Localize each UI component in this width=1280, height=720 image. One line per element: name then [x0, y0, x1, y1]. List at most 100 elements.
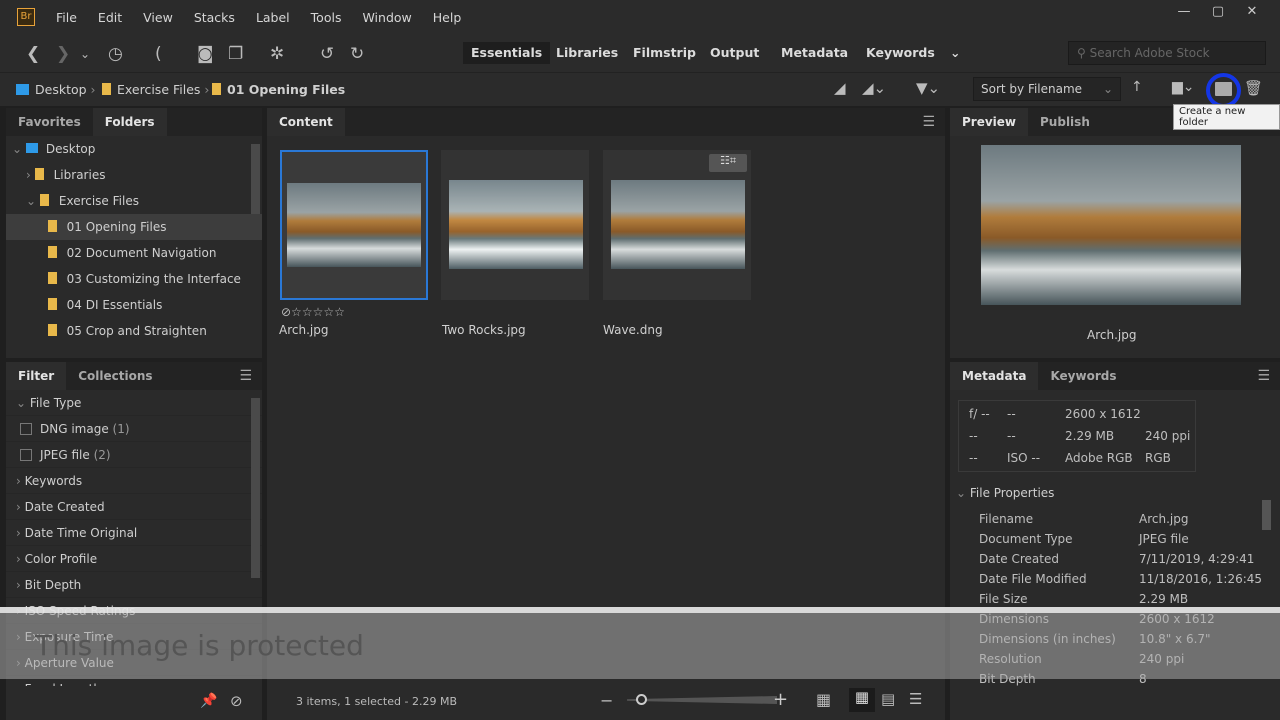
scrollbar[interactable]	[251, 398, 260, 578]
close-button[interactable]: ✕	[1238, 4, 1266, 22]
grid-lock-icon[interactable]: ▦	[816, 690, 831, 709]
metadata-placard: f/ -- -- -- -- -- ISO -- 2600 x 1612 2.2…	[958, 400, 1196, 472]
recent-history-icon[interactable]: ◷	[108, 44, 123, 64]
property-label: File Size	[979, 592, 1028, 606]
search-adobe-stock-input[interactable]: ⚲ Search Adobe Stock	[1068, 41, 1266, 65]
filter-file-type-option[interactable]: DNG image (1)	[6, 416, 262, 442]
filter-group[interactable]: › Bit Depth	[6, 572, 262, 598]
placard-value: --	[969, 451, 978, 465]
thumbnail-two-rocks[interactable]	[441, 150, 589, 300]
workspace-output[interactable]: Output	[702, 42, 767, 64]
view-thumbnails-icon[interactable]: ▦	[849, 688, 875, 712]
content-footer: 3 items, 1 selected - 2.29 MB − + ▦ ▦ ▤ …	[267, 686, 945, 720]
trash-icon[interactable]: 🗑	[1244, 79, 1263, 97]
tab-publish[interactable]: Publish	[1028, 108, 1102, 136]
tab-collections[interactable]: Collections	[66, 362, 164, 390]
folder-tree-item[interactable]: 02 Document Navigation	[6, 240, 262, 266]
back-icon[interactable]: ❮	[26, 44, 40, 64]
scrollbar[interactable]	[1262, 500, 1271, 530]
tab-preview[interactable]: Preview	[950, 108, 1029, 136]
view-details-icon[interactable]: ▤	[881, 690, 895, 708]
menu-help[interactable]: Help	[433, 10, 462, 25]
filter-group[interactable]: › Date Created	[6, 494, 262, 520]
property-label: Date File Modified	[979, 572, 1087, 586]
menu-edit[interactable]: Edit	[98, 10, 122, 25]
bridge-logo: Br	[17, 8, 35, 26]
rotate-right-icon[interactable]: ↻	[350, 44, 364, 64]
file-properties-section[interactable]: ⌄ File Properties	[950, 486, 1260, 506]
forward-icon[interactable]: ❯	[56, 44, 70, 64]
quality-icon[interactable]: ◢	[834, 79, 846, 97]
menu-stacks[interactable]: Stacks	[194, 10, 235, 25]
panel-menu-icon[interactable]: ☰	[239, 368, 252, 384]
filter-group[interactable]: › Keywords	[6, 468, 262, 494]
panel-menu-icon[interactable]: ☰	[1257, 368, 1270, 384]
folder-tree-item[interactable]: 04 DI Essentials	[6, 292, 262, 318]
thumbnail-size-slider[interactable]	[627, 696, 777, 704]
thumbnail-quality-icon[interactable]: ◢⌄	[862, 79, 886, 97]
tab-keywords[interactable]: Keywords	[1038, 362, 1128, 390]
thumbnail-wave[interactable]: ☷⌗	[603, 150, 751, 300]
folder-tree-item[interactable]: ⌄ Exercise Files	[6, 188, 262, 214]
filter-file-type-option[interactable]: JPEG file (2)	[6, 442, 262, 468]
scrollbar[interactable]	[251, 144, 260, 214]
workspace-keywords[interactable]: Keywords	[858, 42, 943, 64]
tab-filter[interactable]: Filter	[6, 362, 67, 390]
tab-metadata[interactable]: Metadata	[950, 362, 1039, 390]
thumbnail-image	[449, 180, 583, 269]
maximize-button[interactable]: ▢	[1204, 4, 1232, 22]
folder-tree-item[interactable]: 01 Opening Files	[6, 214, 262, 240]
panel-menu-icon[interactable]: ☰	[922, 114, 935, 130]
breadcrumb-exercise-files[interactable]: Exercise Files ›	[102, 82, 209, 97]
rotate-left-icon[interactable]: ↺	[320, 44, 334, 64]
sort-dropdown[interactable]: Sort by Filename ⌄	[973, 77, 1121, 101]
workspace-metadata[interactable]: Metadata	[773, 42, 856, 64]
slider-handle[interactable]	[636, 694, 647, 705]
pin-icon[interactable]: 📌	[200, 693, 217, 709]
folder-tree-item[interactable]: 05 Crop and Straighten	[6, 318, 262, 344]
checkbox[interactable]	[20, 423, 32, 435]
preview-image[interactable]	[981, 145, 1241, 305]
tab-folders[interactable]: Folders	[92, 108, 167, 136]
filter-group-file-type[interactable]: ⌄ File Type	[6, 390, 262, 416]
boomerang-icon[interactable]: (	[155, 44, 162, 64]
menu-bar: Br File Edit View Stacks Label Tools Win…	[0, 0, 1280, 34]
camera-import-icon[interactable]: ◙	[197, 44, 214, 64]
tab-favorites[interactable]: Favorites	[6, 108, 93, 136]
workspace-filmstrip[interactable]: Filmstrip	[625, 42, 704, 64]
view-list-icon[interactable]: ☰	[909, 690, 922, 708]
rating-stars[interactable]: ⊘☆☆☆☆☆	[281, 305, 345, 319]
folder-tree-item[interactable]: 03 Customizing the Interface	[6, 266, 262, 292]
adjusted-crop-badge-icon[interactable]: ☷⌗	[709, 154, 747, 172]
placard-value: --	[969, 429, 978, 443]
checkbox[interactable]	[20, 449, 32, 461]
menu-file[interactable]: File	[56, 10, 77, 25]
recent-folder-icon[interactable]: ▆⌄	[1172, 79, 1195, 95]
refine-icon[interactable]: ❐	[228, 44, 243, 64]
menu-tools[interactable]: Tools	[311, 10, 342, 25]
breadcrumb-current[interactable]: 01 Opening Files	[212, 82, 345, 97]
breadcrumb-desktop[interactable]: Desktop ›	[16, 82, 96, 97]
filter-group[interactable]: › Date Time Original	[6, 520, 262, 546]
filter-group[interactable]: › Color Profile	[6, 546, 262, 572]
folder-tree-item[interactable]: ⌄ Desktop	[6, 136, 262, 162]
folder-tree-item[interactable]: › Libraries	[6, 162, 262, 188]
filter-icon[interactable]: ▼⌄	[916, 79, 940, 97]
thumbnail-image	[611, 180, 745, 269]
creative-cloud-icon[interactable]: ✲	[270, 44, 284, 64]
folder-icon	[47, 246, 57, 258]
chevron-down-icon[interactable]: ⌄	[80, 47, 90, 61]
sort-ascending-icon[interactable]: ↑	[1131, 79, 1143, 95]
workspace-essentials[interactable]: Essentials	[463, 42, 551, 64]
workspace-libraries[interactable]: Libraries	[548, 42, 626, 64]
thumbnail-arch[interactable]	[280, 150, 428, 300]
minimize-button[interactable]: —	[1170, 4, 1198, 22]
zoom-out-icon[interactable]: −	[600, 691, 613, 710]
menu-window[interactable]: Window	[362, 10, 411, 25]
clear-filter-icon[interactable]: ⊘	[230, 692, 243, 710]
menu-label[interactable]: Label	[256, 10, 290, 25]
workspace-more-icon[interactable]: ⌄	[942, 42, 968, 64]
zoom-in-icon[interactable]: +	[773, 689, 788, 710]
menu-view[interactable]: View	[143, 10, 173, 25]
resolution-value: 240 ppi	[1145, 429, 1191, 443]
